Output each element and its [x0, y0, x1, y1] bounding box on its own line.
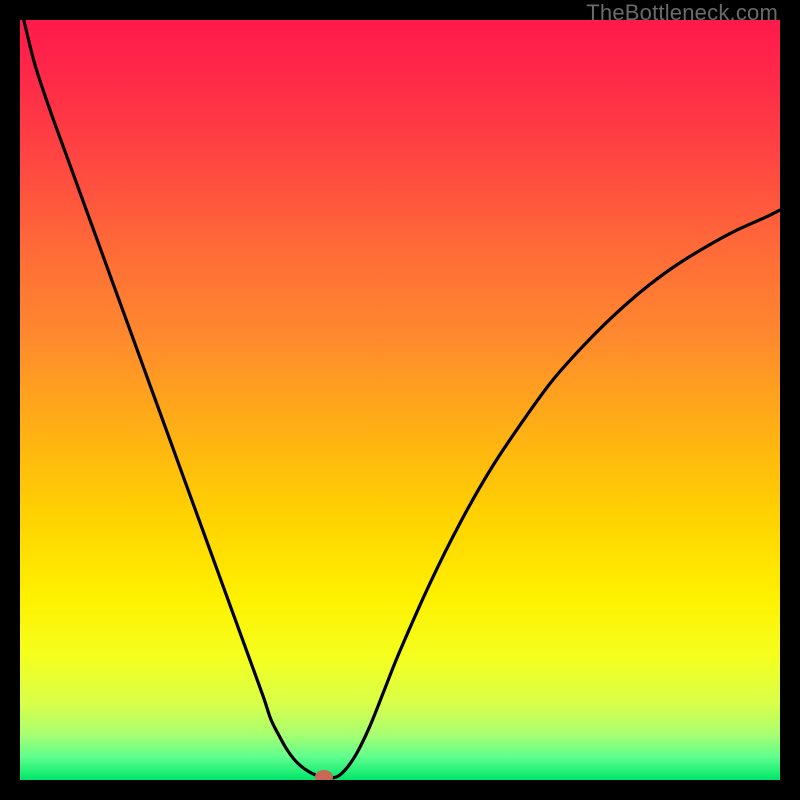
chart-frame [20, 20, 780, 780]
bottleneck-chart [20, 20, 780, 780]
heatmap-background [20, 20, 780, 780]
